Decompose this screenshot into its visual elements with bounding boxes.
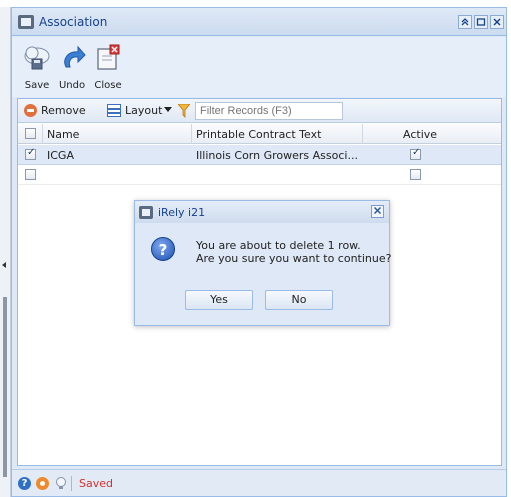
expand-arrow-icon[interactable]	[2, 262, 6, 268]
save-label: Save	[24, 80, 50, 91]
window-header: Association	[12, 8, 506, 36]
dialog-message: You are about to delete 1 row. Are you s…	[196, 239, 391, 265]
caret-down-icon[interactable]	[164, 107, 172, 113]
dialog-title: iRely i21	[158, 206, 206, 219]
select-all-checkbox[interactable]	[25, 128, 36, 139]
column-header-active[interactable]: Active	[403, 128, 437, 141]
filter-icon[interactable]	[178, 104, 190, 118]
row-name[interactable]: ICGA	[47, 149, 74, 162]
main-toolbar: Save Undo Close	[12, 37, 506, 97]
dialog-message-line-2: Are you sure you want to continue?	[196, 252, 392, 265]
no-button[interactable]: No	[265, 290, 333, 310]
undo-label: Undo	[58, 80, 86, 91]
dialog-message-line-1: You are about to delete 1 row.	[196, 239, 361, 252]
remove-icon[interactable]	[24, 104, 37, 117]
dialog-close-button[interactable]	[371, 205, 384, 218]
delete-confirm-dialog: iRely i21 ? You are about to delete 1 ro…	[134, 200, 391, 326]
row-active-checkbox[interactable]	[410, 147, 421, 160]
layout-button[interactable]: Layout	[125, 104, 162, 117]
row-select-checkbox[interactable]	[25, 169, 36, 180]
background-app-fragment	[0, 0, 511, 7]
close-button[interactable]: Close	[89, 41, 127, 93]
maximize-button[interactable]	[474, 15, 488, 29]
row-select-checkbox[interactable]	[25, 147, 36, 160]
help-icon[interactable]: ?	[18, 477, 31, 490]
undo-button[interactable]: Undo	[53, 41, 91, 93]
question-icon: ?	[151, 237, 175, 261]
close-window-button[interactable]	[490, 15, 504, 29]
side-scrollbar[interactable]	[3, 297, 7, 477]
row-active-checkbox[interactable]	[410, 169, 421, 180]
save-cloud-icon	[24, 46, 50, 70]
status-bar: ? Saved	[12, 469, 506, 496]
save-status-text: Saved	[79, 477, 113, 490]
dialog-app-icon	[139, 206, 153, 219]
screen: Association Save Undo Close Remove Layou…	[0, 0, 511, 497]
remove-button[interactable]: Remove	[41, 104, 86, 117]
close-label: Close	[94, 80, 122, 91]
row-printable-contract-text[interactable]: Illinois Corn Growers Associ...	[196, 149, 358, 162]
layout-icon[interactable]	[107, 104, 121, 117]
support-icon[interactable]	[36, 477, 49, 490]
undo-icon	[64, 45, 86, 68]
table-row[interactable]	[18, 165, 501, 185]
grid-header: Name Printable Contract Text Active	[18, 124, 501, 144]
grid-toolbar: Remove Layout	[18, 99, 501, 123]
close-icon	[493, 18, 501, 26]
table-row[interactable]: ICGA Illinois Corn Growers Associ...	[18, 145, 501, 165]
window-title: Association	[39, 15, 108, 29]
yes-button[interactable]: Yes	[185, 290, 253, 310]
collapsed-side-panel[interactable]	[0, 7, 11, 497]
maximize-icon	[476, 18, 486, 26]
dialog-header: iRely i21	[135, 201, 389, 223]
save-button[interactable]: Save	[18, 41, 56, 93]
filter-records-input[interactable]	[195, 102, 343, 120]
column-header-printable-contract-text[interactable]: Printable Contract Text	[196, 128, 321, 141]
close-document-icon	[97, 44, 120, 70]
column-header-name[interactable]: Name	[47, 128, 79, 141]
double-chevron-up-icon	[461, 18, 469, 26]
close-icon	[373, 206, 382, 215]
collapse-button[interactable]	[458, 15, 472, 29]
window-icon	[18, 15, 34, 29]
lightbulb-icon[interactable]	[55, 476, 67, 492]
